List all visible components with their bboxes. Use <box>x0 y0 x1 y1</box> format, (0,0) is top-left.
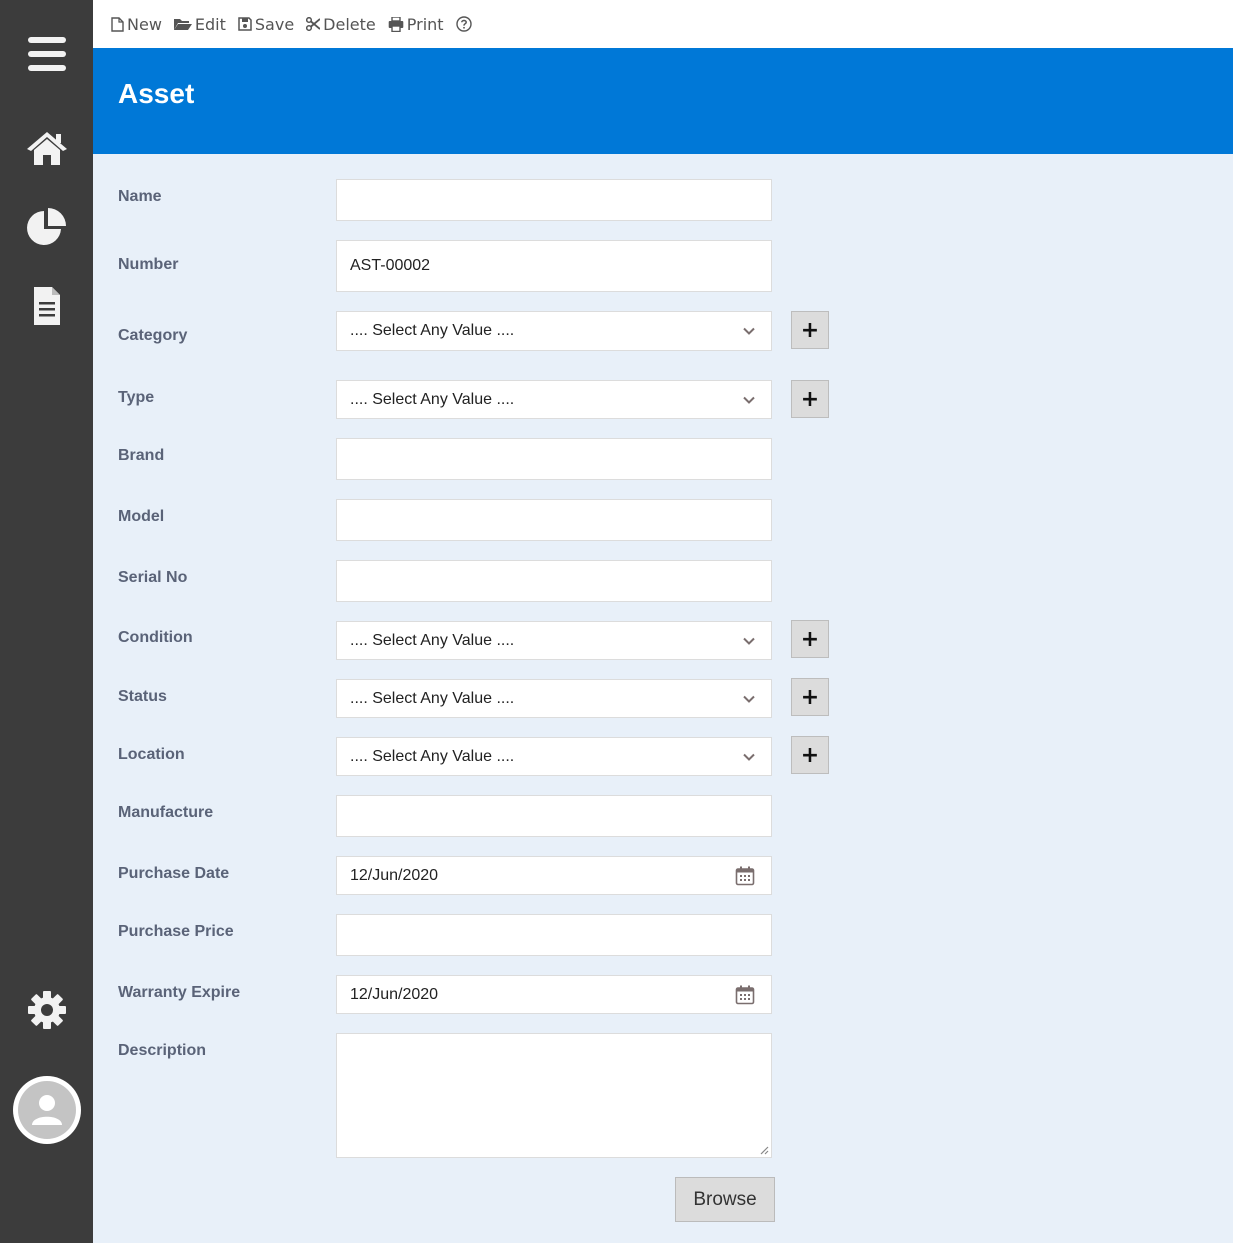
edit-button[interactable]: Edit <box>173 14 226 34</box>
new-button[interactable]: New <box>111 15 162 34</box>
scissors-icon <box>306 17 321 31</box>
chevron-down-icon <box>743 327 755 335</box>
warranty-expire-value: 12/Jun/2020 <box>350 985 439 1003</box>
plus-icon: + <box>800 317 820 343</box>
toolbar: New Edit Save Delete Print <box>93 0 1233 48</box>
purchase-date-input[interactable]: 12/Jun/2020 <box>336 856 772 895</box>
help-button[interactable] <box>455 16 472 32</box>
serial-no-input[interactable] <box>336 560 772 602</box>
save-button[interactable]: Save <box>238 15 294 34</box>
save-label: Save <box>254 14 295 34</box>
resize-handle-icon[interactable] <box>759 1145 769 1155</box>
chevron-down-icon <box>743 695 755 703</box>
page-header: Asset <box>93 48 1233 154</box>
status-value: .... Select Any Value .... <box>350 689 515 707</box>
type-value: .... Select Any Value .... <box>350 390 515 408</box>
purchase-date-value: 12/Jun/2020 <box>350 866 439 884</box>
delete-button[interactable]: Delete <box>306 15 376 34</box>
model-input[interactable] <box>336 499 772 541</box>
edit-label: Edit <box>194 14 226 34</box>
page-title: Asset <box>118 78 195 109</box>
plus-icon: + <box>800 386 820 412</box>
new-label: New <box>127 14 162 34</box>
menu-icon[interactable] <box>0 30 93 78</box>
condition-value: .... Select Any Value .... <box>350 631 515 649</box>
number-input[interactable]: AST-00002 <box>336 240 772 292</box>
condition-label: Condition <box>118 629 193 646</box>
document-icon[interactable] <box>0 284 93 328</box>
category-value: .... Select Any Value .... <box>350 322 515 339</box>
chevron-down-icon <box>743 396 755 404</box>
delete-label: Delete <box>323 14 376 34</box>
add-status-button[interactable]: + <box>791 678 829 716</box>
user-icon <box>18 1081 76 1139</box>
number-label: Number <box>118 256 179 273</box>
settings-gear-icon[interactable] <box>0 988 93 1032</box>
folder-open-icon <box>173 19 192 30</box>
print-label: Print <box>406 14 444 34</box>
pie-chart-icon[interactable] <box>0 205 93 249</box>
browse-button[interactable]: Browse <box>675 1177 775 1222</box>
user-avatar[interactable] <box>13 1076 81 1144</box>
status-label: Status <box>118 688 167 705</box>
home-icon[interactable] <box>0 126 93 170</box>
plus-icon: + <box>800 684 820 710</box>
type-select[interactable]: .... Select Any Value .... <box>336 380 772 419</box>
name-input[interactable] <box>336 179 772 221</box>
manufacture-label: Manufacture <box>118 804 214 821</box>
description-textarea[interactable] <box>336 1033 772 1158</box>
print-button[interactable]: Print <box>388 15 444 34</box>
add-condition-button[interactable]: + <box>791 620 829 658</box>
warranty-expire-label: Warranty Expire <box>118 984 241 1001</box>
description-label: Description <box>118 1042 207 1059</box>
file-icon <box>111 16 124 32</box>
type-label: Type <box>118 389 155 406</box>
name-label: Name <box>118 188 162 205</box>
serial-no-label: Serial No <box>118 569 188 586</box>
plus-icon: + <box>800 626 820 652</box>
sidebar <box>0 0 93 1243</box>
calendar-icon[interactable] <box>735 866 755 886</box>
brand-label: Brand <box>118 447 165 464</box>
condition-select[interactable]: .... Select Any Value .... <box>336 621 772 660</box>
warranty-expire-input[interactable]: 12/Jun/2020 <box>336 975 772 1014</box>
purchase-date-label: Purchase Date <box>118 865 230 882</box>
number-value: AST-00002 <box>350 257 431 274</box>
model-label: Model <box>118 508 165 525</box>
purchase-price-input[interactable] <box>336 914 772 956</box>
location-value: .... Select Any Value .... <box>350 747 515 765</box>
add-category-button[interactable]: + <box>791 311 829 349</box>
question-circle-icon <box>455 16 472 32</box>
chevron-down-icon <box>743 753 755 761</box>
chevron-down-icon <box>743 637 755 645</box>
category-select[interactable]: .... Select Any Value .... <box>336 311 772 351</box>
floppy-disk-icon <box>238 17 252 31</box>
status-select[interactable]: .... Select Any Value .... <box>336 679 772 718</box>
brand-input[interactable] <box>336 438 772 480</box>
calendar-icon[interactable] <box>735 985 755 1005</box>
add-type-button[interactable]: + <box>791 380 829 418</box>
manufacture-input[interactable] <box>336 795 772 837</box>
location-label: Location <box>118 746 185 763</box>
printer-icon <box>388 16 404 32</box>
add-location-button[interactable]: + <box>791 736 829 774</box>
category-label: Category <box>118 327 188 344</box>
purchase-price-label: Purchase Price <box>118 923 234 940</box>
plus-icon: + <box>800 742 820 768</box>
location-select[interactable]: .... Select Any Value .... <box>336 737 772 776</box>
